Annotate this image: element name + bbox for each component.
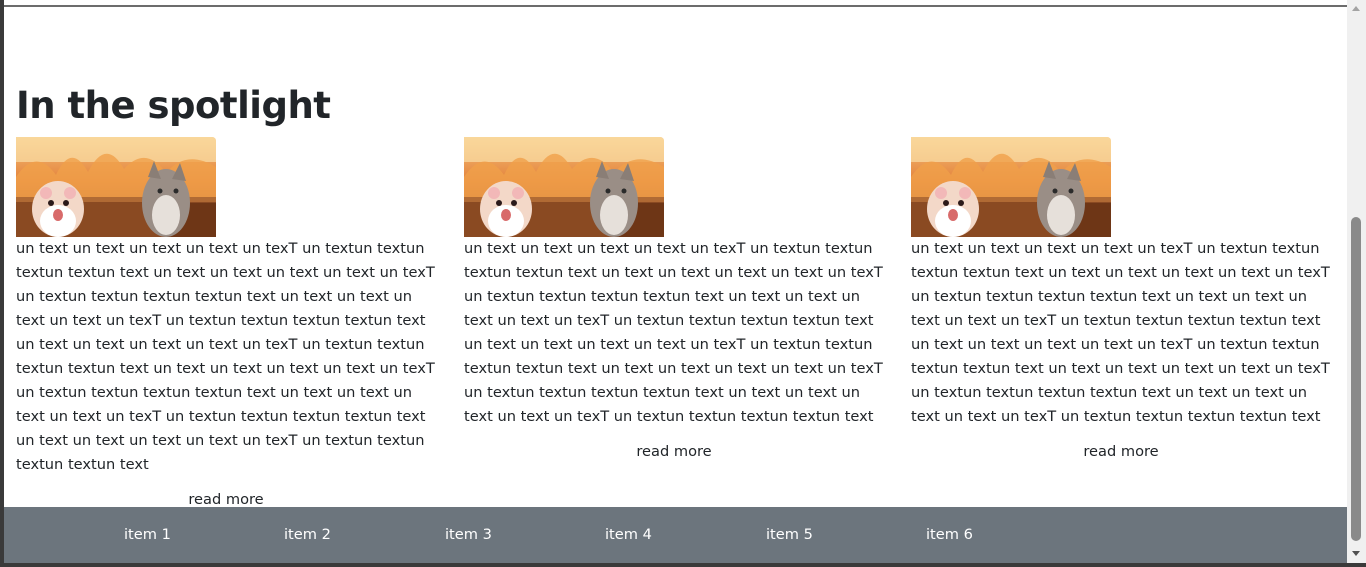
window-frame-bottom (0, 563, 1366, 567)
card-body-text: un text un text un text un text un texT … (16, 240, 435, 473)
footer-nav: item 1 item 2 item 3 item 4 item 5 item … (4, 507, 1347, 563)
read-more-link[interactable]: read more (911, 440, 1331, 464)
footer-item-1[interactable]: item 1 (124, 525, 171, 545)
spotlight-card: un text un text un text un text un texT … (464, 137, 884, 464)
scroll-down-arrow-icon[interactable] (1347, 546, 1366, 563)
footer-item-4[interactable]: item 4 (605, 525, 652, 545)
horizontal-divider (4, 5, 1347, 7)
scroll-up-arrow-icon[interactable] (1347, 0, 1366, 17)
card-body-text: un text un text un text un text un texT … (464, 240, 883, 425)
footer-item-5[interactable]: item 5 (766, 525, 813, 545)
page-content: In the spotlight un text un text un text… (4, 0, 1347, 563)
hamster-cat-fire-image (16, 137, 216, 237)
hamster-cat-fire-image (911, 137, 1111, 237)
vertical-scrollbar[interactable] (1347, 0, 1366, 563)
read-more-link[interactable]: read more (464, 440, 884, 464)
scrollbar-thumb[interactable] (1351, 217, 1361, 541)
footer-item-6[interactable]: item 6 (926, 525, 973, 545)
spotlight-card: un text un text un text un text un texT … (911, 137, 1331, 464)
footer-item-3[interactable]: item 3 (445, 525, 492, 545)
section-heading: In the spotlight (16, 84, 331, 127)
spotlight-card: un text un text un text un text un texT … (16, 137, 436, 512)
card-body-text: un text un text un text un text un texT … (911, 240, 1330, 425)
footer-item-2[interactable]: item 2 (284, 525, 331, 545)
hamster-cat-fire-image (464, 137, 664, 237)
